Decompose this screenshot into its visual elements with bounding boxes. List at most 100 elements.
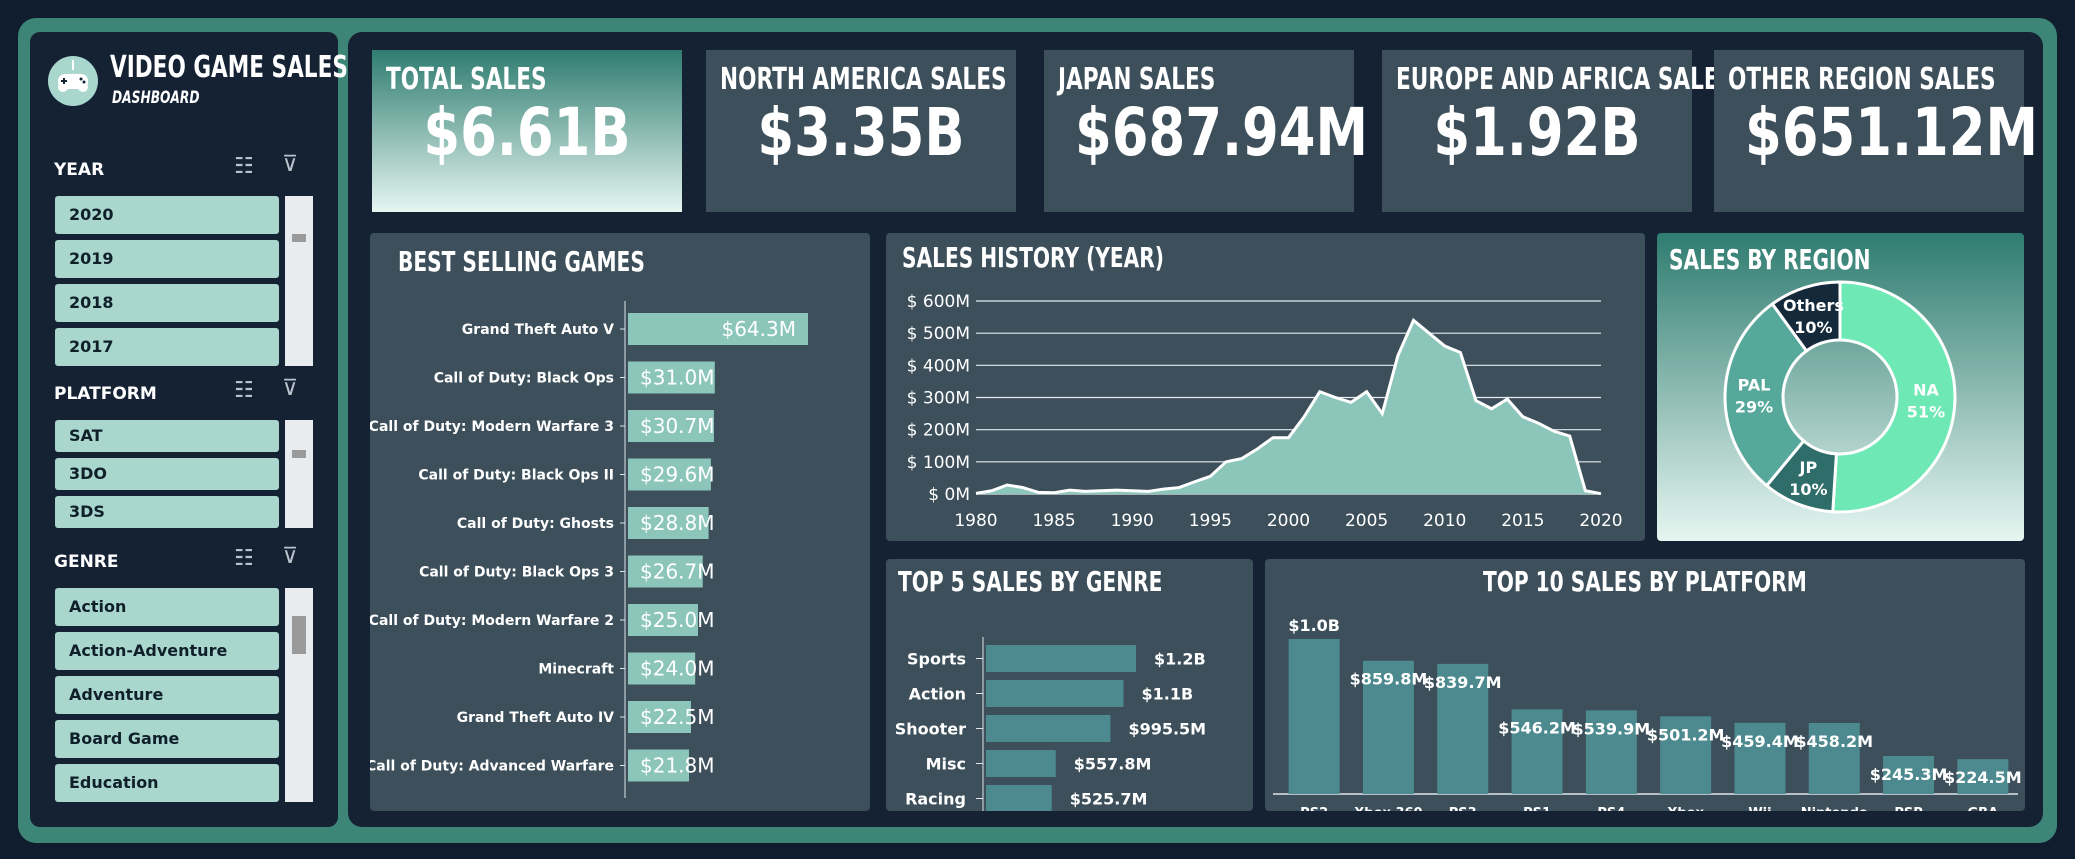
- year-item-2018[interactable]: 2018: [55, 284, 279, 322]
- data-label: $557.8M: [1074, 755, 1152, 774]
- genre-item-education[interactable]: Education: [55, 764, 279, 802]
- category-label: Call of Duty: Ghosts: [457, 516, 614, 532]
- category-label: Racing: [905, 790, 966, 809]
- top5-genre-chart: Sports $1.2B Action $1.1B Shooter $995.5M Misc…: [895, 637, 1206, 811]
- x-tick-label: 2015: [1501, 511, 1544, 531]
- year-filter-label: YEAR: [54, 160, 105, 180]
- kpi-other-region-sales: OTHER REGION SALES $651.12M: [1714, 50, 2039, 212]
- top10-platform-panel: TOP 10 SALES BY PLATFORM $1.0BPS2$859.8M…: [1265, 559, 2025, 811]
- data-label: $539.9M: [1573, 719, 1651, 738]
- platform-filter-label: PLATFORM: [54, 384, 157, 404]
- category-label: Call of Duty: Black Ops: [434, 371, 614, 387]
- gamepad-icon: [48, 56, 98, 106]
- data-label: $839.7M: [1424, 673, 1502, 692]
- bar: [986, 680, 1124, 707]
- data-label: $21.8M: [640, 754, 715, 778]
- bar: [986, 645, 1136, 672]
- data-label: $25.0M: [640, 608, 715, 632]
- x-tick-label: 1980: [954, 511, 997, 531]
- select-all-icon[interactable]: ☷: [234, 154, 254, 179]
- data-label: $29.6M: [640, 463, 715, 487]
- data-label: $1.2B: [1154, 650, 1206, 669]
- data-label: $245.3M: [1870, 765, 1948, 784]
- select-all-icon[interactable]: ☷: [234, 546, 254, 571]
- x-tick-label: PS1: [1523, 806, 1551, 811]
- data-label: $859.8M: [1350, 670, 1428, 689]
- genre-item-action-adventure[interactable]: Action-Adventure: [55, 632, 279, 670]
- data-label: $1.1B: [1142, 685, 1194, 704]
- x-tick-label: 2005: [1345, 511, 1388, 531]
- data-label: $24.0M: [640, 657, 715, 681]
- kpi-total-sales: TOTAL SALES $6.61B: [372, 50, 682, 212]
- bar: [986, 750, 1056, 777]
- platform-item-3do[interactable]: 3DO: [55, 458, 279, 490]
- y-tick-label: $ 100M: [907, 453, 970, 473]
- genre-item-action[interactable]: Action: [55, 588, 279, 626]
- y-tick-label: $ 400M: [907, 356, 970, 376]
- x-tick-label: Wii: [1748, 806, 1771, 811]
- platform-scrollbar[interactable]: [285, 420, 313, 528]
- category-label: Grand Theft Auto IV: [457, 710, 615, 726]
- year-item-2019[interactable]: 2019: [55, 240, 279, 278]
- y-tick-label: $ 500M: [907, 324, 970, 344]
- genre-item-adventure[interactable]: Adventure: [55, 676, 279, 714]
- genre-scrollbar[interactable]: [285, 588, 313, 802]
- x-tick-label: PS3: [1449, 806, 1477, 811]
- clear-filter-icon[interactable]: ⊽: [282, 152, 298, 177]
- category-label: Call of Duty: Advanced Warfare: [370, 759, 614, 775]
- genre-item-board-game[interactable]: Board Game: [55, 720, 279, 758]
- x-tick-label: GBA: [1968, 806, 1999, 811]
- data-label: $28.8M: [640, 511, 715, 535]
- x-tick-label: 2020: [1579, 511, 1622, 531]
- sales-by-region-panel: SALES BY REGION NA 51% JP 10% PAL 29% Others 10…: [1657, 233, 2024, 541]
- slice-value: 29%: [1735, 397, 1773, 416]
- best-selling-games-chart: Grand Theft Auto V $64.3M Call of Duty: Bl…: [370, 301, 808, 798]
- x-tick-label: 1990: [1111, 511, 1154, 531]
- y-tick-label: $ 300M: [907, 389, 970, 409]
- category-label: Call of Duty: Black Ops 3: [419, 565, 614, 581]
- data-label: $31.0M: [640, 366, 715, 390]
- area-fill: [976, 320, 1601, 494]
- category-label: Sports: [907, 650, 966, 669]
- data-label: $546.2M: [1498, 718, 1576, 737]
- data-label: $64.3M: [721, 317, 796, 341]
- clear-filter-icon[interactable]: ⊽: [282, 376, 298, 401]
- select-all-icon[interactable]: ☷: [234, 378, 254, 403]
- category-label: Misc: [926, 755, 966, 774]
- clear-filter-icon[interactable]: ⊽: [282, 544, 298, 569]
- kpi-label: OTHER REGION SALES: [1728, 62, 1996, 97]
- year-scrollbar[interactable]: [285, 196, 313, 366]
- kpi-north-america-sales: NORTH AMERICA SALES $3.35B: [706, 50, 1016, 212]
- y-tick-label: $ 600M: [907, 292, 970, 312]
- x-tick-label: Nintendo: [1801, 806, 1868, 811]
- year-item-2020[interactable]: 2020: [55, 196, 279, 234]
- category-label: Call of Duty: Black Ops II: [418, 468, 614, 484]
- kpi-europe-africa-sales: EUROPE AND AFRICA SALES $1.92B: [1382, 50, 1734, 212]
- data-label: $501.2M: [1647, 725, 1725, 744]
- genre-filter-label: GENRE: [54, 552, 119, 572]
- best-selling-games-panel: BEST SELLING GAMES Grand Theft Auto V $64…: [370, 233, 870, 811]
- slice-value: 10%: [1789, 480, 1827, 499]
- x-tick-label: PS2: [1300, 806, 1328, 811]
- kpi-value: $6.61B: [423, 94, 631, 171]
- top5-genre-panel: TOP 5 SALES BY GENRE Sports $1.2B Action $1…: [886, 559, 1253, 811]
- category-label: Shooter: [895, 720, 966, 739]
- app-subtitle: DASHBOARD: [112, 88, 200, 108]
- y-tick-label: $ 200M: [907, 421, 970, 441]
- kpi-value: $3.35B: [757, 94, 965, 171]
- top10-platform-chart: $1.0B PS2 $859.8M Xbox 360 $839.7M PS3 $546.2M…: [1273, 616, 2022, 811]
- main-area: TOTAL SALES $6.61B NORTH AMERICA SALES $…: [348, 32, 2043, 827]
- platform-item-sat[interactable]: SAT: [55, 420, 279, 452]
- data-label: $1.0B: [1288, 616, 1340, 635]
- x-tick-label: 2000: [1267, 511, 1310, 531]
- category-label: Call of Duty: Modern Warfare 2: [370, 613, 614, 629]
- bar: [986, 715, 1111, 742]
- data-label: $458.2M: [1795, 732, 1873, 751]
- kpi-value: $651.12M: [1745, 94, 2039, 171]
- year-item-2017[interactable]: 2017: [55, 328, 279, 366]
- kpi-japan-sales: JAPAN SALES $687.94M: [1044, 50, 1368, 212]
- platform-item-3ds[interactable]: 3DS: [55, 496, 279, 528]
- category-label: Call of Duty: Modern Warfare 3: [370, 419, 614, 435]
- x-tick-label: PSP: [1894, 806, 1922, 811]
- bar: [986, 785, 1052, 811]
